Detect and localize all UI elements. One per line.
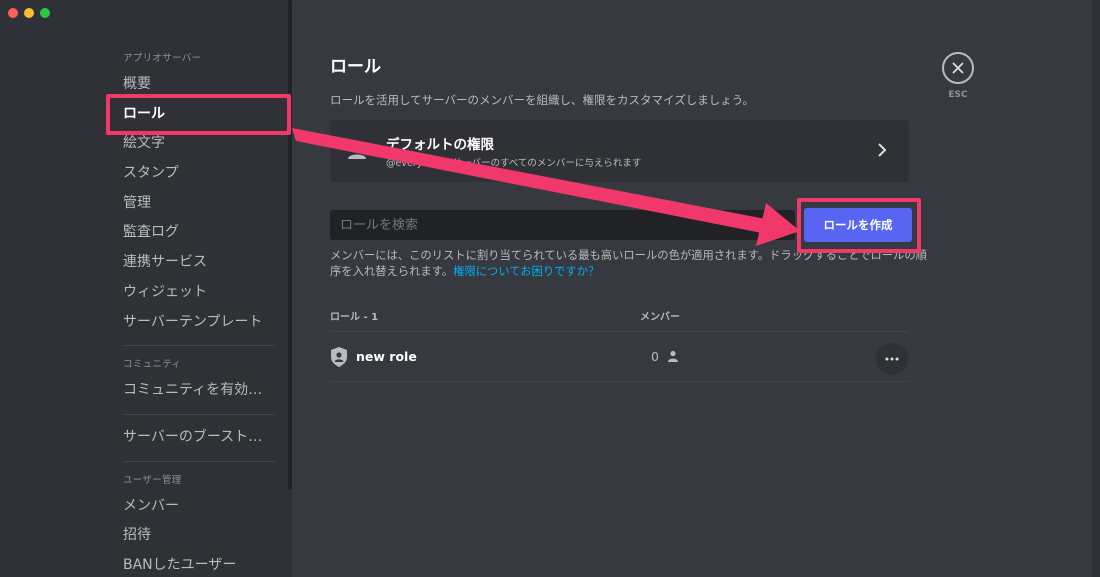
- sidebar-divider: [123, 460, 275, 462]
- sidebar-divider: [123, 413, 275, 415]
- more-horizontal-icon: [885, 357, 899, 361]
- sidebar-item-members[interactable]: メンバー: [110, 492, 275, 522]
- column-header-members: メンバー: [640, 312, 680, 323]
- window-right-edge: [1092, 0, 1100, 577]
- role-shield-icon: [331, 347, 347, 367]
- roles-table-header: ロール - 1 メンバー: [330, 308, 909, 332]
- window-close-dot[interactable]: [8, 8, 18, 18]
- sidebar-item-integrations[interactable]: 連携サービス: [110, 248, 275, 278]
- sidebar-heading-user-management: ユーザー管理: [123, 474, 182, 486]
- default-permissions-title: デフォルトの権限: [386, 137, 494, 153]
- roles-highlight-box: [106, 94, 291, 135]
- table-row[interactable]: new role 0: [330, 334, 909, 382]
- close-settings: ESC: [942, 52, 976, 100]
- sidebar-item-server-boost[interactable]: サーバーのブースト状態: [110, 423, 275, 453]
- window-minimize-dot[interactable]: [24, 8, 34, 18]
- sidebar-item-audit-log[interactable]: 監査ログ: [110, 218, 275, 248]
- window-controls: [8, 8, 50, 18]
- role-more-button[interactable]: [876, 343, 908, 375]
- everyone-mention: @everyone: [386, 158, 441, 169]
- sidebar-item-bans[interactable]: BANしたユーザー: [110, 551, 275, 577]
- default-permissions-card[interactable]: デフォルトの権限 @everyone はサーバーのすべてのメンバーに与えられます: [330, 120, 909, 182]
- settings-sidebar: アプリオサーバー 概要 ロール 絵文字 スタンプ 管理 監査ログ 連携サービス …: [0, 0, 292, 577]
- column-header-roles: ロール - 1: [330, 312, 379, 323]
- discord-settings-window: アプリオサーバー 概要 ロール 絵文字 スタンプ 管理 監査ログ 連携サービス …: [0, 0, 1100, 577]
- help-description: メンバーには、このリストに割り当てられている最も高いロールの色が適用されます。ド…: [330, 249, 927, 278]
- default-permissions-subtitle: @everyone はサーバーのすべてのメンバーに与えられます: [386, 155, 641, 169]
- esc-label: ESC: [948, 90, 968, 100]
- chevron-right-icon: [878, 143, 887, 157]
- role-name: new role: [356, 349, 417, 364]
- window-zoom-dot[interactable]: [40, 8, 50, 18]
- sidebar-heading-server: アプリオサーバー: [123, 53, 202, 64]
- sidebar-item-invites[interactable]: 招待: [110, 521, 275, 551]
- person-icon: [668, 350, 678, 362]
- roles-main-panel: ロール ロールを活用してサーバーのメンバーを組織し、権限をカスタマイズしましょう…: [330, 0, 927, 577]
- sidebar-divider: [123, 345, 275, 347]
- sidebar-item-widget[interactable]: ウィジェット: [110, 278, 275, 308]
- sidebar-item-enable-community[interactable]: コミュニティを有効に...: [110, 376, 275, 406]
- sidebar-item-moderation[interactable]: 管理: [110, 189, 275, 219]
- sidebar-heading-community: コミュニティ: [123, 359, 182, 371]
- role-search-input[interactable]: [330, 210, 795, 240]
- permissions-help-link[interactable]: 権限についてお困りですか？: [453, 265, 599, 278]
- sidebar-scrollbar[interactable]: [288, 0, 292, 490]
- create-role-highlight-box: [797, 198, 921, 253]
- page-title: ロール: [330, 57, 381, 77]
- group-icon: [348, 144, 366, 159]
- close-button[interactable]: [942, 52, 974, 84]
- sidebar-item-stickers[interactable]: スタンプ: [110, 159, 275, 189]
- default-permissions-subtitle-text: はサーバーのすべてのメンバーに与えられます: [443, 158, 642, 169]
- close-icon: [952, 62, 964, 74]
- role-member-count: 0: [651, 349, 659, 364]
- page-description: ロールを活用してサーバーのメンバーを組織し、権限をカスタマイズしましょう。: [330, 93, 755, 107]
- sidebar-item-server-template[interactable]: サーバーテンプレート: [110, 308, 275, 338]
